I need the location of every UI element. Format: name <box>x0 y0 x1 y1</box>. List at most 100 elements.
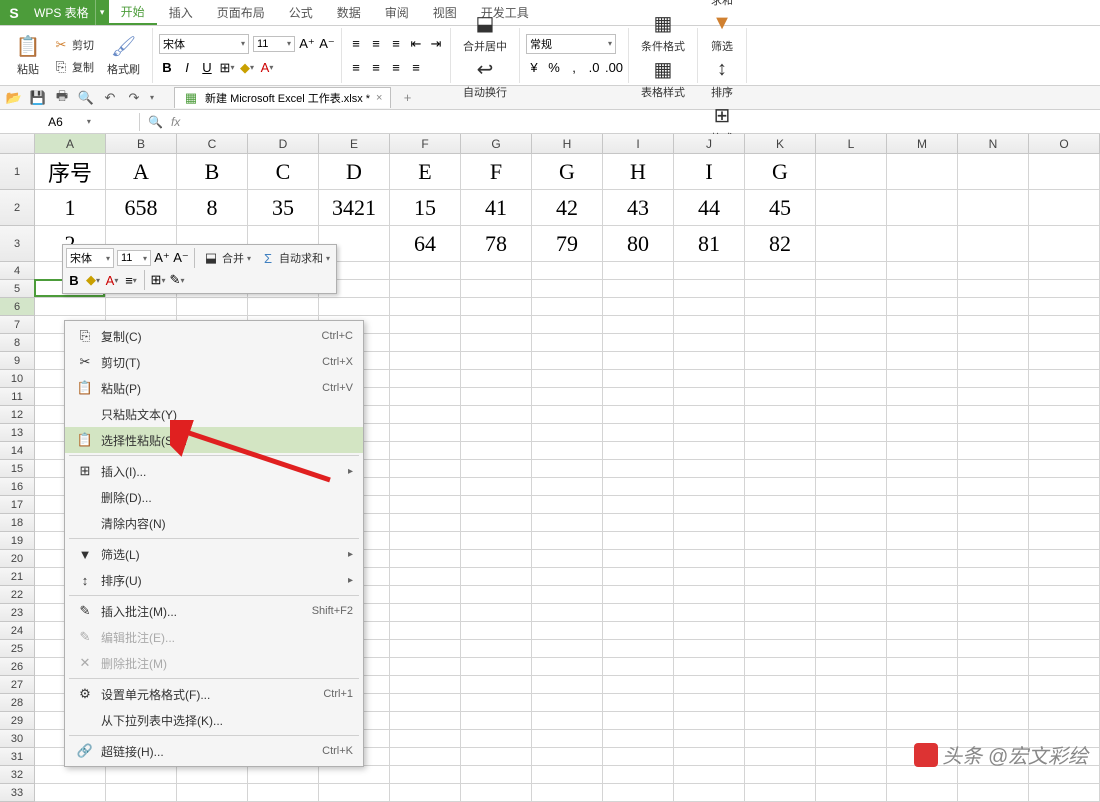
cell[interactable] <box>745 262 816 280</box>
cell[interactable] <box>461 496 532 514</box>
cell[interactable] <box>461 568 532 586</box>
cell[interactable] <box>958 424 1029 442</box>
cell[interactable] <box>603 622 674 640</box>
cell[interactable] <box>887 190 958 226</box>
cell[interactable] <box>461 334 532 352</box>
cell[interactable] <box>887 532 958 550</box>
cell[interactable] <box>461 406 532 424</box>
cell[interactable] <box>532 298 603 316</box>
menu-tab-4[interactable]: 数据 <box>325 0 373 25</box>
cell[interactable] <box>1029 190 1100 226</box>
cell[interactable] <box>674 460 745 478</box>
cell[interactable] <box>177 766 248 784</box>
cell[interactable] <box>887 712 958 730</box>
mini-format-icon[interactable]: ✎▾ <box>169 272 185 288</box>
cell[interactable] <box>958 586 1029 604</box>
cell[interactable] <box>390 694 461 712</box>
cell[interactable] <box>461 784 532 802</box>
align-left-icon[interactable]: ≡ <box>348 60 364 76</box>
cell[interactable] <box>1029 154 1100 190</box>
cell[interactable] <box>532 496 603 514</box>
row-header[interactable]: 28 <box>0 694 35 712</box>
row-header[interactable]: 6 <box>0 298 35 316</box>
cell[interactable] <box>674 496 745 514</box>
cell[interactable] <box>887 550 958 568</box>
cell[interactable] <box>532 550 603 568</box>
cell[interactable] <box>958 352 1029 370</box>
cell[interactable] <box>674 370 745 388</box>
cell[interactable]: 序号 <box>35 154 106 190</box>
cell[interactable] <box>958 532 1029 550</box>
row-header[interactable]: 16 <box>0 478 35 496</box>
cell[interactable] <box>674 622 745 640</box>
cell[interactable]: 658 <box>106 190 177 226</box>
ctx-item[interactable]: ▼筛选(L)▸ <box>65 541 363 567</box>
row-header[interactable]: 31 <box>0 748 35 766</box>
cell[interactable] <box>816 352 887 370</box>
cell[interactable] <box>461 316 532 334</box>
cell[interactable] <box>816 748 887 766</box>
cell[interactable] <box>1029 442 1100 460</box>
ctx-item[interactable]: ⊞插入(I)...▸ <box>65 458 363 484</box>
cell[interactable] <box>390 478 461 496</box>
cell[interactable] <box>532 640 603 658</box>
row-header[interactable]: 3 <box>0 226 35 262</box>
cell[interactable] <box>958 280 1029 298</box>
redo-icon[interactable]: ↷ <box>126 90 142 106</box>
inc-decimal-icon[interactable]: .0 <box>586 60 602 76</box>
cell[interactable] <box>390 424 461 442</box>
cell[interactable] <box>887 694 958 712</box>
cell[interactable] <box>603 784 674 802</box>
ctx-item[interactable]: ↕排序(U)▸ <box>65 567 363 593</box>
cell[interactable] <box>461 694 532 712</box>
cell[interactable] <box>532 388 603 406</box>
mini-font-combo[interactable]: 宋体▾ <box>66 248 114 268</box>
cell[interactable] <box>603 316 674 334</box>
cell[interactable] <box>887 478 958 496</box>
menu-tab-3[interactable]: 公式 <box>277 0 325 25</box>
row-header[interactable]: 4 <box>0 262 35 280</box>
cell[interactable] <box>745 442 816 460</box>
cell[interactable] <box>958 550 1029 568</box>
row-header[interactable]: 32 <box>0 766 35 784</box>
cell[interactable] <box>745 676 816 694</box>
cell[interactable] <box>390 460 461 478</box>
cell[interactable] <box>816 316 887 334</box>
mini-font-color-icon[interactable]: A▾ <box>104 272 120 288</box>
cell[interactable] <box>958 694 1029 712</box>
cell[interactable] <box>35 298 106 316</box>
cell[interactable] <box>390 316 461 334</box>
cell[interactable] <box>390 586 461 604</box>
cell[interactable] <box>1029 784 1100 802</box>
mini-align-icon[interactable]: ≡▾ <box>123 272 139 288</box>
ctx-item[interactable]: 📋选择性粘贴(S)... <box>65 427 363 453</box>
cell[interactable] <box>603 568 674 586</box>
cell[interactable] <box>390 676 461 694</box>
cell[interactable] <box>816 460 887 478</box>
cell[interactable] <box>1029 622 1100 640</box>
row-header[interactable]: 20 <box>0 550 35 568</box>
cell[interactable] <box>319 766 390 784</box>
cell[interactable] <box>461 622 532 640</box>
cell[interactable]: G <box>745 154 816 190</box>
cell[interactable] <box>603 424 674 442</box>
cell[interactable] <box>461 640 532 658</box>
menu-tab-5[interactable]: 审阅 <box>373 0 421 25</box>
cell[interactable] <box>532 676 603 694</box>
cell[interactable] <box>816 730 887 748</box>
new-tab-icon[interactable]: + <box>399 90 415 106</box>
cell[interactable] <box>958 712 1029 730</box>
cell[interactable] <box>1029 298 1100 316</box>
cell[interactable] <box>1029 676 1100 694</box>
row-header[interactable]: 12 <box>0 406 35 424</box>
cell[interactable] <box>1029 406 1100 424</box>
row-header[interactable]: 13 <box>0 424 35 442</box>
cell[interactable] <box>887 388 958 406</box>
mini-fill-icon[interactable]: ◆▾ <box>85 272 101 288</box>
row-header[interactable]: 25 <box>0 640 35 658</box>
cell[interactable] <box>248 784 319 802</box>
cell[interactable]: I <box>674 154 745 190</box>
row-header[interactable]: 7 <box>0 316 35 334</box>
cell[interactable] <box>745 424 816 442</box>
cell[interactable] <box>745 694 816 712</box>
